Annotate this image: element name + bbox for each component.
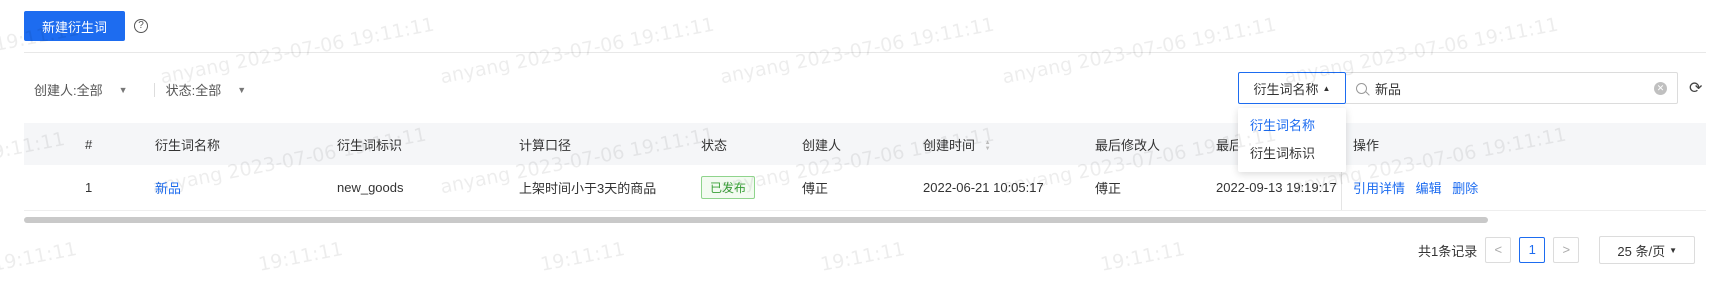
next-page-button[interactable]: > (1553, 237, 1580, 263)
clear-icon[interactable]: ✕ (1654, 81, 1667, 95)
row-creator: 傅正 (802, 181, 829, 196)
watermark-text: 19:11:11 (538, 238, 627, 276)
search-box: ✕ (1346, 72, 1678, 104)
total-records: 共1条记录 (1418, 243, 1478, 259)
header-identifier: 衍生词标识 (337, 137, 403, 153)
watermark-text: 19:11:11 (1098, 238, 1187, 276)
toolbar: 新建衍生词 ? (24, 11, 149, 41)
caret-up-icon: ▲ (1322, 83, 1331, 93)
dropdown-option-name[interactable]: 衍生词名称 (1238, 112, 1346, 140)
filter-bar: 创建人: 全部 ▼ 状态: 全部 ▼ (34, 80, 246, 99)
header-index: # (85, 136, 93, 152)
row-modifier: 傅正 (1095, 181, 1122, 196)
row-name-link[interactable]: 新品 (155, 178, 181, 197)
watermark-text: 19:11:11 (818, 238, 907, 276)
row-modified-at: 2022-09-13 19:19:17 (1216, 180, 1337, 195)
header-status: 状态 (701, 137, 728, 153)
header-modifier: 最后修改人 (1095, 137, 1161, 153)
prev-page-button[interactable]: < (1485, 237, 1512, 263)
refresh-icon[interactable]: ⟳ (1689, 78, 1702, 98)
help-icon[interactable]: ? (134, 19, 149, 33)
pagination: 共1条记录 < 1 > 25 条/页 ▼ (1418, 236, 1696, 264)
header-created-at-label: 创建时间 (923, 137, 976, 153)
table-row: 1 新品 new_goods 上架时间小于3天的商品 已发布 傅正 2022-0… (24, 165, 1706, 211)
search-input[interactable] (1375, 80, 1654, 96)
page-size-select[interactable]: 25 条/页 ▼ (1599, 236, 1696, 264)
reference-detail-link[interactable]: 引用详情 (1353, 181, 1405, 196)
page-size-value: 25 条/页 (1617, 243, 1666, 259)
horizontal-scrollbar[interactable] (24, 217, 1488, 223)
search-type-dropdown: 衍生词名称 衍生词标识 (1238, 108, 1346, 172)
search-type-value: 衍生词名称 (1253, 81, 1319, 97)
row-identifier: new_goods (337, 180, 404, 195)
delete-link[interactable]: 删除 (1452, 181, 1478, 196)
row-actions: 引用详情 编辑 删除 (1353, 178, 1478, 197)
watermark-text: anyang 2023-07-06 19:11:11 (1000, 13, 1279, 89)
header-actions: 操作 (1353, 137, 1380, 153)
row-index: 1 (85, 180, 93, 195)
dropdown-option-identifier[interactable]: 衍生词标识 (1238, 140, 1346, 168)
row-formula: 上架时间小于3天的商品 (519, 181, 657, 196)
row-created-at: 2022-06-21 10:05:17 (923, 180, 1044, 195)
watermark-text: 19:11:11 (256, 238, 345, 276)
derived-word-table: # 衍生词名称 衍生词标识 计算口径 状态 创建人 创建时间 ▲ ▼ 最后修改人 … (24, 123, 1706, 211)
search-icon (1356, 82, 1367, 94)
creator-filter[interactable]: 创建人: 全部 ▼ (34, 80, 128, 99)
watermark-text: anyang 2023-07-06 19:11:11 (158, 13, 437, 89)
creator-filter-value: 全部 (76, 83, 103, 98)
caret-down-icon: ▼ (1669, 245, 1678, 255)
page-number-button[interactable]: 1 (1519, 237, 1546, 263)
edit-link[interactable]: 编辑 (1416, 181, 1442, 196)
caret-down-icon: ▼ (237, 84, 247, 95)
divider (24, 52, 1706, 53)
search-area: 衍生词名称 ▲ ✕ ⟳ (1238, 72, 1702, 104)
watermark-text: anyang 2023-07-06 19:11:11 (438, 13, 717, 89)
caret-down-icon: ▼ (118, 84, 128, 95)
status-filter-label: 状态: (165, 83, 196, 98)
status-filter[interactable]: 状态: 全部 ▼ (166, 80, 247, 99)
sort-icon[interactable]: ▲ ▼ (985, 140, 991, 152)
filter-separator (153, 82, 155, 97)
header-creator: 创建人 (802, 137, 842, 153)
table-header: # 衍生词名称 衍生词标识 计算口径 状态 创建人 创建时间 ▲ ▼ 最后修改人 … (24, 123, 1706, 165)
header-name: 衍生词名称 (155, 137, 221, 153)
watermark-text: anyang 2023-07-06 19:11:11 (718, 13, 997, 89)
header-created-at[interactable]: 创建时间 ▲ ▼ (923, 135, 991, 154)
creator-filter-label: 创建人: (34, 83, 77, 98)
status-filter-value: 全部 (195, 83, 222, 98)
header-formula: 计算口径 (519, 137, 572, 153)
status-badge: 已发布 (701, 176, 756, 199)
page: 新建衍生词 ? 创建人: 全部 ▼ 状态: 全部 ▼ 衍生词名称 ▲ ✕ ⟳ 衍… (0, 0, 1714, 283)
new-derived-word-button[interactable]: 新建衍生词 (24, 11, 126, 41)
search-type-select[interactable]: 衍生词名称 ▲ (1238, 72, 1346, 104)
watermark-text: 19:11:11 (0, 238, 79, 276)
